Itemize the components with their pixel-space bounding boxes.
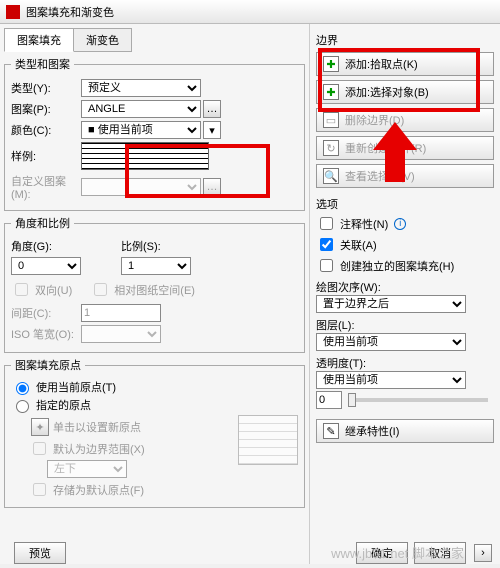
expand-button[interactable]: ›: [474, 544, 492, 562]
pattern-browse-button[interactable]: …: [203, 100, 221, 118]
angle-select[interactable]: 0: [11, 257, 81, 275]
window-title: 图案填充和渐变色: [26, 4, 114, 20]
add-select-objects-button[interactable]: ✚添加:选择对象(B): [316, 80, 494, 104]
app-logo-icon: [6, 5, 20, 19]
group-angle-scale: 角度和比例 角度(G): 比例(S): 0 1 双向(U) 相对图纸空间(E) …: [4, 215, 305, 353]
title-bar: 图案填充和渐变色: [0, 0, 500, 24]
origin-pos-select: 左下: [47, 460, 127, 478]
lbl-angle: 角度(G):: [11, 238, 81, 254]
lbl-transparency: 透明度(T):: [316, 355, 494, 371]
inherit-icon: ✎: [323, 423, 339, 439]
scale-select[interactable]: 1: [121, 257, 191, 275]
view-selection-icon: 🔍: [323, 168, 339, 184]
transparency-select[interactable]: 使用当前项: [316, 371, 466, 389]
pattern-select[interactable]: ANGLE: [81, 100, 201, 118]
preview-button[interactable]: 预览: [14, 542, 66, 564]
watermark: www.jb51.net 脚本之家: [331, 543, 464, 562]
remove-boundary-icon: ▭: [323, 112, 339, 128]
transparency-slider[interactable]: [348, 398, 488, 402]
transparency-value-input[interactable]: [316, 391, 342, 409]
right-panel: 边界 ✚添加:拾取点(K) ✚添加:选择对象(B) ▭删除边界(D) ↻重新创建…: [310, 24, 500, 564]
bgcolor-button[interactable]: ▾: [203, 121, 221, 139]
boundary-title: 边界: [316, 32, 494, 48]
options-title: 选项: [316, 196, 494, 212]
sample-swatch[interactable]: [81, 142, 209, 170]
lbl-sample: 样例:: [11, 148, 81, 164]
lbl-color: 颜色(C):: [11, 122, 81, 138]
lbl-iso: ISO 笔宽(O):: [11, 326, 81, 342]
lbl-type: 类型(Y):: [11, 80, 81, 96]
lbl-custom: 自定义图案(M):: [11, 173, 81, 201]
origin-current-radio[interactable]: [16, 382, 29, 395]
custom-browse-button: …: [203, 178, 221, 196]
tab-hatch[interactable]: 图案填充: [4, 28, 74, 52]
group-origin: 图案填充原点 使用当前原点(T) 指定的原点 ✦单击以设置新原点 默认为边界范围…: [4, 357, 305, 508]
inherit-props-button[interactable]: ✎继承特性(I): [316, 419, 494, 443]
left-panel: 图案填充 渐变色 类型和图案 类型(Y): 预定义 图案(P): ANGLE ……: [0, 24, 310, 564]
iso-select: [81, 325, 161, 343]
lbl-layer: 图层(L):: [316, 317, 494, 333]
independent-checkbox[interactable]: [320, 259, 333, 272]
help-icon[interactable]: i: [394, 218, 406, 230]
gap-input: [81, 304, 161, 322]
set-origin-icon: ✦: [31, 418, 49, 436]
legend-type: 类型和图案: [11, 56, 74, 72]
annotation-arrow-icon: [370, 122, 420, 182]
lbl-pattern: 图案(P):: [11, 101, 81, 117]
pick-point-icon: ✚: [323, 56, 339, 72]
tab-gradient[interactable]: 渐变色: [73, 28, 132, 52]
origin-preview: [238, 415, 298, 465]
associative-checkbox[interactable]: [320, 238, 333, 251]
tabs: 图案填充 渐变色: [4, 28, 305, 52]
store-origin-checkbox: [33, 483, 46, 496]
custom-select: [81, 178, 201, 196]
lbl-scale: 比例(S):: [121, 238, 171, 254]
color-select[interactable]: ■ 使用当前项: [81, 121, 201, 139]
origin-specified-radio[interactable]: [16, 400, 29, 413]
group-type-pattern: 类型和图案 类型(Y): 预定义 图案(P): ANGLE … 颜色(C): ■…: [4, 56, 305, 211]
lbl-draworder: 绘图次序(W):: [316, 279, 494, 295]
draworder-select[interactable]: 置于边界之后: [316, 295, 466, 313]
add-pickpoints-button[interactable]: ✚添加:拾取点(K): [316, 52, 494, 76]
annotative-checkbox[interactable]: [320, 217, 333, 230]
recreate-boundary-icon: ↻: [323, 140, 339, 156]
legend-anglescale: 角度和比例: [11, 215, 74, 231]
select-objects-icon: ✚: [323, 84, 339, 100]
lbl-click-origin: 单击以设置新原点: [53, 419, 141, 435]
dialog-body: 图案填充 渐变色 类型和图案 类型(Y): 预定义 图案(P): ANGLE ……: [0, 24, 500, 564]
type-select[interactable]: 预定义: [81, 79, 201, 97]
legend-origin: 图案填充原点: [11, 357, 85, 373]
double-checkbox: [15, 283, 28, 296]
lbl-gap: 间距(C):: [11, 305, 81, 321]
default-ext-checkbox: [33, 442, 46, 455]
layer-select[interactable]: 使用当前项: [316, 333, 466, 351]
paperspace-checkbox: [94, 283, 107, 296]
